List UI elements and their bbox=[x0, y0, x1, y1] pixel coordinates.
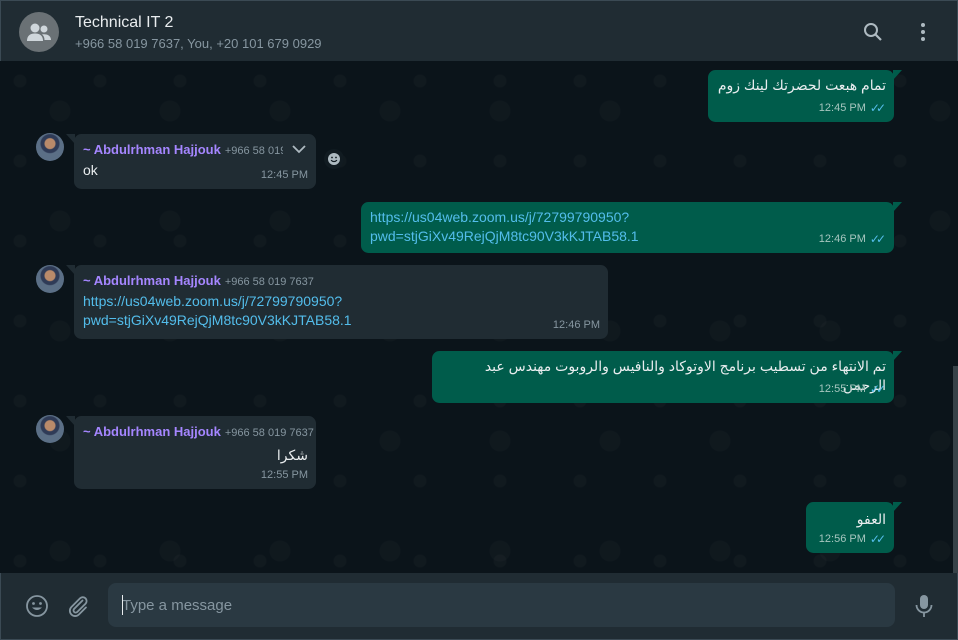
emoji-icon bbox=[26, 595, 48, 617]
read-receipt-icon: ✓✓ bbox=[869, 532, 886, 546]
read-receipt-icon: ✓✓ bbox=[869, 101, 886, 115]
emoji-button[interactable] bbox=[24, 593, 50, 619]
message-meta: 12:55 PM ✓✓ bbox=[819, 380, 886, 399]
message-header: ~ Abdulrhman Hajjouk +966 58 019 bbox=[83, 140, 283, 161]
message-meta: 12:55 PM bbox=[261, 466, 308, 485]
message-text: شكرا bbox=[276, 447, 308, 463]
chat-title[interactable]: Technical IT 2 bbox=[75, 14, 173, 32]
link-line[interactable]: https://us04web.zoom.us/j/72799790950? bbox=[83, 293, 342, 309]
attach-button[interactable] bbox=[65, 593, 91, 619]
message-input[interactable] bbox=[108, 583, 895, 627]
message-incoming[interactable]: ~ Abdulrhman Hajjouk +966 58 019 7637 شكر… bbox=[66, 416, 316, 489]
chat-header[interactable]: Technical IT 2 +966 58 019 7637, You, +2… bbox=[0, 0, 958, 61]
composer[interactable] bbox=[0, 573, 958, 640]
sender-name[interactable]: ~ Abdulrhman Hajjouk bbox=[83, 142, 221, 157]
sender-phone: +966 58 019 7637 bbox=[224, 276, 314, 288]
group-icon bbox=[27, 23, 51, 41]
sender-phone: +966 58 019 bbox=[224, 145, 283, 157]
sender-name[interactable]: ~ Abdulrhman Hajjouk bbox=[83, 424, 221, 439]
message-meta: 12:46 PM bbox=[553, 316, 600, 335]
message-time: 12:56 PM bbox=[818, 533, 866, 545]
scrollbar[interactable] bbox=[953, 366, 958, 573]
avatar[interactable] bbox=[36, 133, 64, 161]
emoji-icon bbox=[328, 153, 340, 165]
menu-button[interactable] bbox=[910, 19, 936, 45]
message-header: ~ Abdulrhman Hajjouk +966 58 019 7637 bbox=[83, 271, 600, 292]
message-text: العفو bbox=[856, 511, 886, 527]
message-incoming[interactable]: ~ Abdulrhman Hajjouk +966 58 019 7637 htt… bbox=[66, 265, 608, 339]
avatar[interactable] bbox=[36, 415, 64, 443]
microphone-icon bbox=[915, 595, 933, 617]
chevron-down-icon[interactable] bbox=[292, 144, 306, 154]
read-receipt-icon: ✓✓ bbox=[869, 232, 886, 246]
link-line[interactable]: pwd=stjGiXv49RejQjM8tc90V3kKJTAB58.1 bbox=[370, 228, 639, 244]
link-line[interactable]: pwd=stjGiXv49RejQjM8tc90V3kKJTAB58.1 bbox=[83, 312, 352, 328]
read-receipt-icon: ✓✓ bbox=[869, 382, 886, 396]
avatar[interactable] bbox=[36, 265, 64, 293]
text-cursor bbox=[122, 595, 123, 615]
message-meta: 12:46 PM ✓✓ bbox=[819, 230, 886, 249]
message-outgoing[interactable]: https://us04web.zoom.us/j/72799790950? p… bbox=[361, 202, 902, 253]
message-list[interactable]: تمام هبعت لحضرتك لينك زوم 12:45 PM ✓✓ ~ … bbox=[0, 61, 958, 573]
message-outgoing[interactable]: تمام هبعت لحضرتك لينك زوم 12:45 PM ✓✓ bbox=[708, 70, 902, 122]
voice-message-button[interactable] bbox=[911, 593, 937, 619]
message-time: 12:55 PM bbox=[260, 469, 308, 481]
message-time: 12:46 PM bbox=[818, 233, 866, 245]
sender-phone: +966 58 019 7637 bbox=[224, 427, 314, 439]
message-link[interactable]: https://us04web.zoom.us/j/72799790950? p… bbox=[370, 208, 886, 246]
message-header: ~ Abdulrhman Hajjouk +966 58 019 7637 bbox=[83, 422, 314, 443]
message-time: 12:46 PM bbox=[552, 319, 600, 331]
message-meta: 12:45 PM bbox=[261, 166, 308, 185]
message-time: 12:55 PM bbox=[818, 383, 866, 395]
group-avatar[interactable] bbox=[19, 12, 59, 52]
message-time: 12:45 PM bbox=[818, 102, 866, 114]
paperclip-icon bbox=[68, 596, 88, 617]
message-incoming[interactable]: ~ Abdulrhman Hajjouk +966 58 019 ok 12:45… bbox=[66, 134, 316, 189]
sender-name[interactable]: ~ Abdulrhman Hajjouk bbox=[83, 273, 221, 288]
link-line[interactable]: https://us04web.zoom.us/j/72799790950? bbox=[370, 209, 629, 225]
message-outgoing[interactable]: العفو 12:56 PM ✓✓ bbox=[806, 502, 902, 553]
message-time: 12:45 PM bbox=[260, 169, 308, 181]
react-button[interactable] bbox=[324, 149, 344, 169]
chat-participants: +966 58 019 7637, You, +20 101 679 0929 bbox=[75, 36, 322, 51]
message-text: تمام هبعت لحضرتك لينك زوم bbox=[717, 77, 886, 93]
search-button[interactable] bbox=[860, 19, 886, 45]
kebab-menu-icon bbox=[921, 23, 925, 41]
message-link[interactable]: https://us04web.zoom.us/j/72799790950? p… bbox=[83, 292, 600, 330]
message-outgoing[interactable]: تم الانتهاء من تسطيب برنامج الاوتوكاد وا… bbox=[432, 351, 902, 403]
search-icon bbox=[864, 23, 882, 41]
message-meta: 12:45 PM ✓✓ bbox=[819, 99, 886, 118]
message-meta: 12:56 PM ✓✓ bbox=[819, 530, 886, 549]
